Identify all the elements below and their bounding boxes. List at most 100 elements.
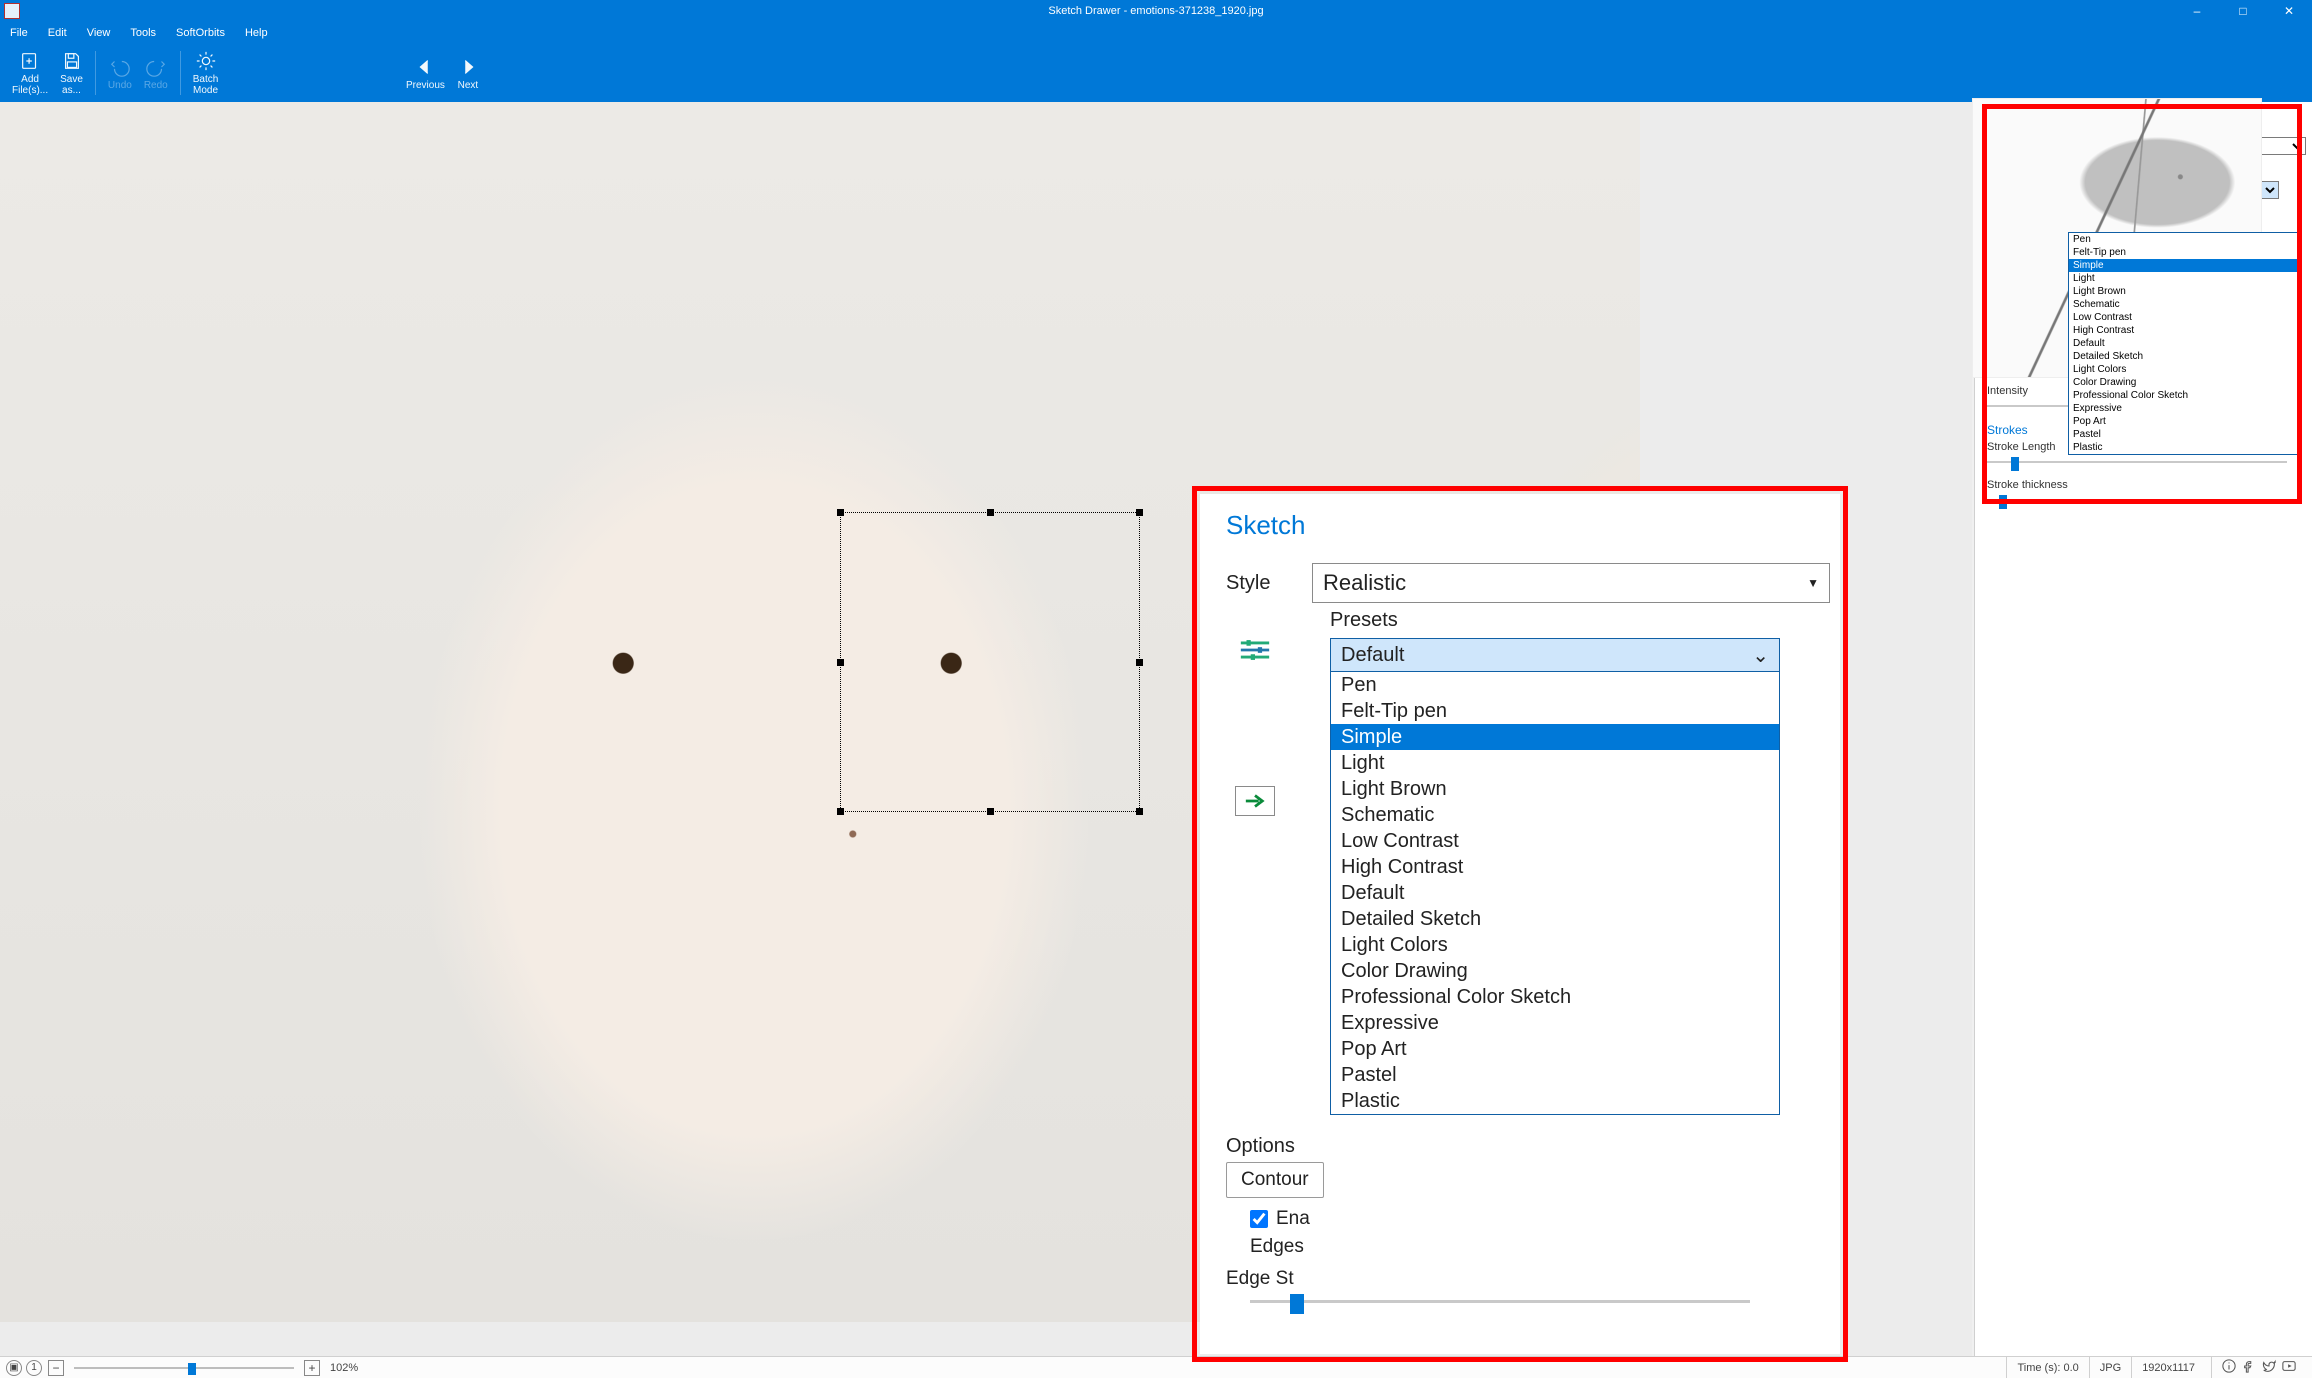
menu-view[interactable]: View — [77, 22, 121, 44]
preset-item[interactable]: High Contrast — [2069, 324, 2297, 337]
menu-help[interactable]: Help — [235, 22, 278, 44]
zoom-preset-item[interactable]: Pastel — [1331, 1062, 1779, 1088]
zoom-preset-item[interactable]: Default — [1331, 880, 1779, 906]
handle-e[interactable] — [1136, 659, 1143, 666]
menu-tools[interactable]: Tools — [120, 22, 166, 44]
chevron-down-icon: ⌄ — [1752, 643, 1769, 668]
preset-item[interactable]: Pen — [2069, 233, 2297, 246]
facebook-icon[interactable] — [2242, 1359, 2256, 1376]
undo-icon — [109, 56, 131, 78]
redo-button[interactable]: Redo — [138, 54, 174, 93]
zoom-preset-item[interactable]: Pen — [1331, 672, 1779, 698]
zoom-options-label: Options — [1226, 1135, 1840, 1158]
window-controls: – □ ✕ — [2174, 0, 2312, 22]
previous-label: Previous — [406, 80, 445, 91]
zoom-preset-select[interactable]: Default ⌄ — [1330, 638, 1780, 672]
preset-item[interactable]: Low Contrast — [2069, 311, 2297, 324]
zoom-out-button[interactable]: − — [48, 1360, 64, 1376]
minimize-button[interactable]: – — [2174, 0, 2220, 22]
preset-item[interactable]: Pastel — [2069, 428, 2297, 441]
zoom-preset-item[interactable]: Light Brown — [1331, 776, 1779, 802]
handle-nw[interactable] — [837, 509, 844, 516]
handle-s[interactable] — [987, 808, 994, 815]
batch-mode-button[interactable]: Batch Mode — [187, 48, 225, 98]
chevron-down-icon: ▼ — [1807, 576, 1819, 590]
preset-item[interactable]: Pop Art — [2069, 415, 2297, 428]
stroke-thickness-slider[interactable] — [1987, 493, 2287, 507]
social-links — [2211, 1357, 2306, 1378]
zoom-enable-checkbox[interactable] — [1250, 1210, 1268, 1228]
handle-n[interactable] — [987, 509, 994, 516]
twitter-icon[interactable] — [2262, 1359, 2276, 1376]
preset-item[interactable]: Detailed Sketch — [2069, 350, 2297, 363]
zoom-style-select[interactable]: Realistic ▼ — [1312, 563, 1830, 603]
previous-button[interactable]: Previous — [400, 54, 451, 93]
next-button[interactable]: Next — [451, 54, 485, 93]
preset-item[interactable]: Color Drawing — [2069, 376, 2297, 389]
zoom-style-value: Realistic — [1323, 570, 1406, 596]
youtube-icon[interactable] — [2282, 1359, 2296, 1376]
save-as-button[interactable]: Save as... — [54, 48, 89, 98]
preset-item[interactable]: Simple — [2069, 259, 2297, 272]
zoom-preset-item[interactable]: Light — [1331, 750, 1779, 776]
zoom-presets-label: Presets — [1330, 609, 1840, 632]
preset-dropdown-list[interactable]: PenFelt-Tip penSimpleLightLight BrownSch… — [2068, 232, 2298, 455]
actual-size-icon[interactable]: 1 — [26, 1360, 42, 1376]
stroke-length-slider[interactable] — [1987, 455, 2287, 469]
fit-screen-icon[interactable]: ▣ — [6, 1360, 22, 1376]
preset-item[interactable]: Light — [2069, 272, 2297, 285]
zoom-preset-item[interactable]: Plastic — [1331, 1088, 1779, 1114]
zoom-preset-item[interactable]: Pop Art — [1331, 1036, 1779, 1062]
handle-sw[interactable] — [837, 808, 844, 815]
selection-marquee[interactable] — [840, 512, 1140, 812]
zoom-preset-item[interactable]: Professional Color Sketch — [1331, 984, 1779, 1010]
zoom-contour-tab[interactable]: Contour — [1226, 1162, 1324, 1198]
preset-item[interactable]: Expressive — [2069, 402, 2297, 415]
next-label: Next — [458, 80, 479, 91]
menu-file[interactable]: File — [0, 22, 38, 44]
preset-item[interactable]: Professional Color Sketch — [2069, 389, 2297, 402]
zoom-preset-item[interactable]: Detailed Sketch — [1331, 906, 1779, 932]
info-icon[interactable] — [2222, 1359, 2236, 1376]
zoom-preset-item[interactable]: Schematic — [1331, 802, 1779, 828]
save-icon — [61, 50, 83, 72]
zoom-enable-label: Ena — [1276, 1208, 1310, 1230]
undo-label: Undo — [108, 80, 132, 91]
status-bar: ▣ 1 − + 102% Time (s): 0.0 JPG 1920x1117 — [0, 1356, 2312, 1378]
preset-item[interactable]: Schematic — [2069, 298, 2297, 311]
zoom-preset-item[interactable]: High Contrast — [1331, 854, 1779, 880]
zoom-edge-strength-label: Edge St — [1226, 1268, 1840, 1290]
preset-item[interactable]: Felt-Tip pen — [2069, 246, 2297, 259]
sketch-panel-zoom: Sketch Style Realistic ▼ Presets Default… — [1200, 494, 1840, 1354]
zoom-preset-dropdown-list[interactable]: PenFelt-Tip penSimpleLightLight BrownSch… — [1330, 672, 1780, 1115]
zoom-preset-item[interactable]: Light Colors — [1331, 932, 1779, 958]
preset-item[interactable]: Default — [2069, 337, 2297, 350]
preset-item[interactable]: Light Brown — [2069, 285, 2297, 298]
zoom-preset-item[interactable]: Color Drawing — [1331, 958, 1779, 984]
zoom-slider[interactable] — [74, 1361, 294, 1375]
close-button[interactable]: ✕ — [2266, 0, 2312, 22]
zoom-sliders-icon[interactable] — [1226, 638, 1284, 662]
maximize-button[interactable]: □ — [2220, 0, 2266, 22]
menu-edit[interactable]: Edit — [38, 22, 77, 44]
undo-button[interactable]: Undo — [102, 54, 138, 93]
zoom-run-arrow-icon[interactable] — [1226, 786, 1284, 816]
zoom-preset-item[interactable]: Low Contrast — [1331, 828, 1779, 854]
status-dimensions: 1920x1117 — [2131, 1357, 2205, 1378]
arrow-right-icon — [457, 56, 479, 78]
handle-w[interactable] — [837, 659, 844, 666]
add-files-button[interactable]: Add File(s)... — [6, 48, 54, 98]
zoom-preset-item[interactable]: Simple — [1331, 724, 1779, 750]
handle-se[interactable] — [1136, 808, 1143, 815]
menu-softorbits[interactable]: SoftOrbits — [166, 22, 235, 44]
preset-item[interactable]: Light Colors — [2069, 363, 2297, 376]
gear-icon — [195, 50, 217, 72]
redo-label: Redo — [144, 80, 168, 91]
status-format: JPG — [2089, 1357, 2131, 1378]
zoom-edge-strength-slider[interactable] — [1250, 1292, 1750, 1312]
preset-item[interactable]: Plastic — [2069, 441, 2297, 454]
zoom-preset-item[interactable]: Expressive — [1331, 1010, 1779, 1036]
handle-ne[interactable] — [1136, 509, 1143, 516]
zoom-in-button[interactable]: + — [304, 1360, 320, 1376]
zoom-preset-item[interactable]: Felt-Tip pen — [1331, 698, 1779, 724]
